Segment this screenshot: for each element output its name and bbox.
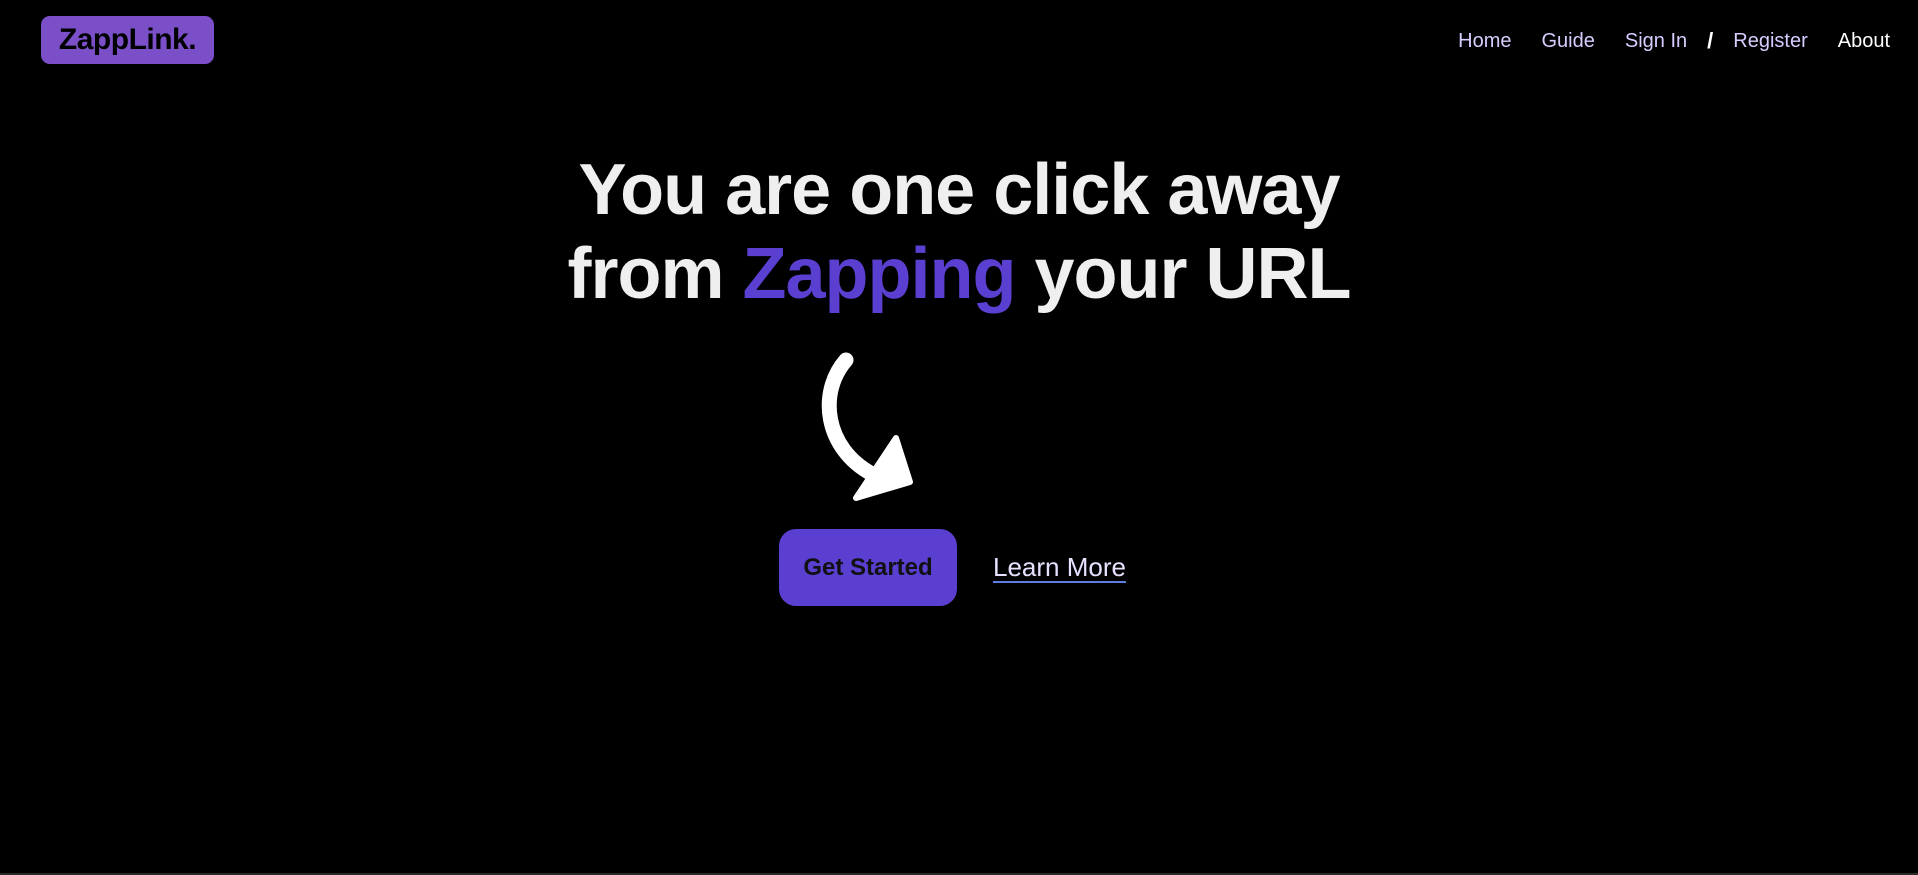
- zapplink-logo[interactable]: ZappLink.: [41, 16, 214, 64]
- nav-register-link[interactable]: Register: [1733, 30, 1807, 53]
- learn-more-link[interactable]: Learn More: [993, 552, 1126, 583]
- nav-separator: /: [1707, 28, 1714, 53]
- landing-page: ZappLink. Home Guide Sign In / Register …: [0, 0, 1918, 875]
- nav-guide-link[interactable]: Guide: [1541, 30, 1594, 53]
- nav-home-link[interactable]: Home: [1458, 30, 1511, 53]
- headline-line-2-prefix: from: [567, 234, 725, 314]
- nav-sign-in-link[interactable]: Sign In: [1625, 30, 1687, 53]
- get-started-button[interactable]: Get Started: [779, 529, 957, 606]
- headline-line-2-suffix: your URL: [1034, 234, 1351, 314]
- headline-accent-word: Zapping: [742, 234, 1017, 314]
- hero-headline: You are one click away from Zapping your…: [0, 148, 1918, 316]
- top-nav: Home Guide Sign In / Register About: [1428, 26, 1890, 56]
- curved-arrow-down-right-icon: [821, 352, 913, 501]
- headline-line-1: You are one click away: [578, 150, 1340, 230]
- nav-about-link[interactable]: About: [1838, 30, 1890, 53]
